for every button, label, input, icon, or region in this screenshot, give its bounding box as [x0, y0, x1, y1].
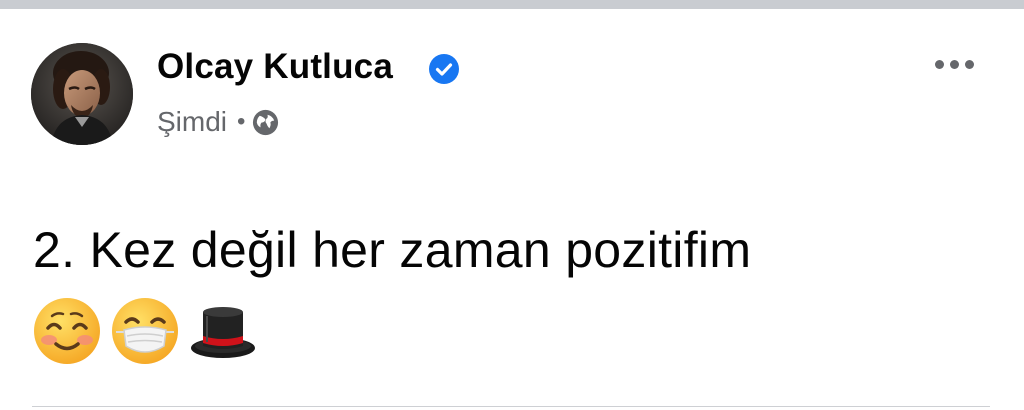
more-horizontal-icon	[934, 59, 944, 69]
verified-badge-icon	[429, 54, 459, 84]
more-options-button[interactable]	[928, 49, 980, 79]
meta-separator: •	[237, 108, 246, 135]
post-timestamp[interactable]: Şimdi	[157, 106, 227, 138]
post-text: 2. Kez değil her zaman pozitifim	[33, 222, 752, 278]
post-divider	[32, 406, 990, 407]
more-horizontal-icon	[964, 59, 974, 69]
author-avatar[interactable]	[31, 43, 133, 145]
feed-separator-strip	[0, 0, 1024, 9]
face-with-medical-mask-emoji-icon	[110, 296, 180, 366]
author-name-link[interactable]: Olcay Kutluca	[157, 47, 393, 87]
smiling-face-emoji-icon	[32, 296, 102, 366]
facebook-post: Olcay Kutluca Şimdi • 2. Kez değil her z…	[0, 9, 1024, 410]
more-horizontal-icon	[949, 59, 959, 69]
post-meta: Şimdi •	[157, 105, 280, 139]
top-hat-emoji-icon	[188, 296, 258, 366]
globe-icon[interactable]	[251, 108, 280, 137]
post-emoji-row	[32, 295, 258, 367]
